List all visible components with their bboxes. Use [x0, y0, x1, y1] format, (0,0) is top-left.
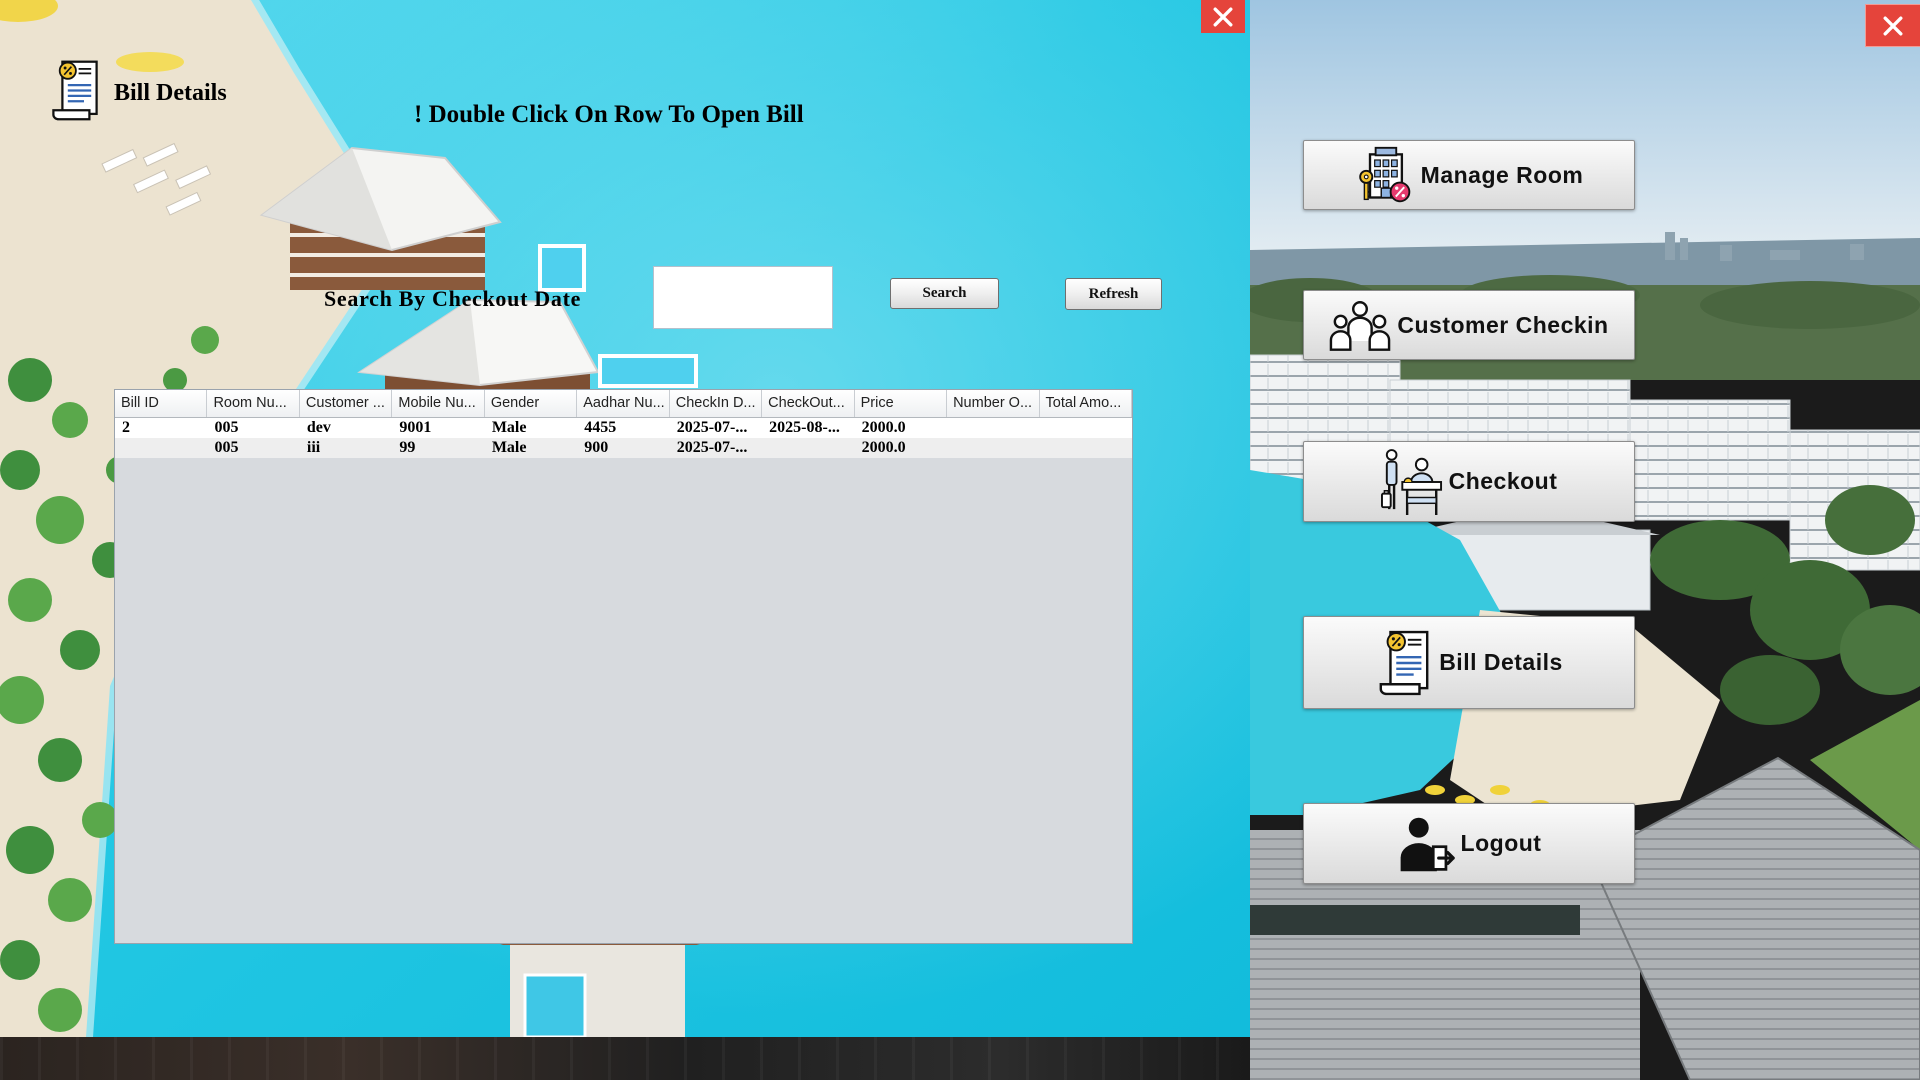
table-header: Bill ID Room Nu... Customer ... Mobile Nu..…	[115, 390, 1132, 418]
bill-document-icon	[52, 60, 98, 121]
table-cell[interactable]	[115, 438, 207, 458]
table-cell[interactable]: dev	[300, 418, 392, 438]
logout-user-icon	[1397, 814, 1455, 874]
app-close-button[interactable]	[1865, 4, 1920, 47]
table-body: 2 005 dev 9001 Male 4455 2025-07-... 2025-08-..…	[115, 418, 1132, 458]
table-row[interactable]: 2 005 dev 9001 Male 4455 2025-07-... 2025-08-..…	[115, 418, 1132, 438]
home-background-bottom-strip	[0, 1037, 1250, 1080]
bill-details-button[interactable]: Bill Details	[1303, 616, 1635, 709]
window-close-button[interactable]	[1201, 0, 1245, 33]
table-cell[interactable]: iii	[300, 438, 392, 458]
logout-button[interactable]: Logout	[1303, 803, 1635, 884]
search-by-checkout-date-label: Search By Checkout Date	[324, 286, 582, 311]
search-button[interactable]: Search	[890, 278, 999, 309]
column-header[interactable]: Price	[855, 390, 948, 417]
checkout-date-search-input[interactable]	[653, 266, 833, 329]
table-cell[interactable]: 2025-07-...	[670, 438, 762, 458]
hotel-key-icon	[1355, 145, 1415, 205]
table-cell[interactable]: 4455	[577, 418, 669, 438]
table-cell[interactable]: 2	[115, 418, 207, 438]
logout-label: Logout	[1460, 830, 1542, 856]
bills-table[interactable]: Bill ID Room Nu... Customer ... Mobile Nu..…	[114, 389, 1133, 944]
bill-details-label: Bill Details	[1439, 649, 1563, 675]
column-header[interactable]: Mobile Nu...	[392, 390, 485, 417]
table-cell[interactable]	[762, 438, 854, 458]
table-cell[interactable]: 005	[207, 438, 299, 458]
manage-room-label: Manage Room	[1420, 161, 1584, 188]
column-header[interactable]: Bill ID	[115, 390, 208, 417]
table-cell[interactable]: 99	[392, 438, 484, 458]
table-cell[interactable]: Male	[485, 418, 577, 438]
table-cell[interactable]: 2000.0	[855, 418, 947, 438]
column-header[interactable]: Room Nu...	[207, 390, 300, 417]
window-title: Bill Details	[114, 80, 227, 106]
double-click-hint: ! Double Click On Row To Open Bill	[414, 101, 804, 128]
checkout-button[interactable]: Checkout	[1303, 441, 1635, 522]
column-header[interactable]: CheckIn D...	[670, 390, 763, 417]
table-cell[interactable]: 005	[207, 418, 299, 438]
manage-room-button[interactable]: Manage Room	[1303, 140, 1635, 210]
table-cell[interactable]: 2025-07-...	[670, 418, 762, 438]
bill-details-window: Bill Details ! Double Click On Row To Op…	[0, 0, 1250, 1037]
table-cell[interactable]	[1040, 418, 1132, 438]
checkout-label: Checkout	[1448, 468, 1558, 494]
table-cell[interactable]	[1040, 438, 1132, 458]
checkout-desk-icon	[1380, 447, 1443, 517]
column-header[interactable]: Number O...	[947, 390, 1040, 417]
table-cell[interactable]: 900	[577, 438, 669, 458]
close-icon	[1883, 16, 1903, 35]
desktop-stage: Manage Room Customer Checkin Checkout Bi…	[0, 0, 1920, 1080]
column-header[interactable]: Gender	[485, 390, 578, 417]
table-cell[interactable]: 2000.0	[855, 438, 947, 458]
table-row[interactable]: 005 iii 99 Male 900 2025-07-... 2000.0	[115, 438, 1132, 458]
customers-group-icon	[1329, 298, 1391, 353]
customer-checkin-button[interactable]: Customer Checkin	[1303, 290, 1635, 360]
table-cell[interactable]: 9001	[392, 418, 484, 438]
column-header[interactable]: Total Amo...	[1040, 390, 1132, 417]
column-header[interactable]: Aadhar Nu...	[577, 390, 670, 417]
table-cell[interactable]: Male	[485, 438, 577, 458]
column-header[interactable]: Customer ...	[300, 390, 393, 417]
table-cell[interactable]: 2025-08-...	[762, 418, 854, 438]
close-icon	[1213, 7, 1233, 26]
bill-document-icon	[1375, 628, 1433, 698]
customer-checkin-label: Customer Checkin	[1397, 311, 1609, 338]
column-header[interactable]: CheckOut...	[762, 390, 855, 417]
refresh-button[interactable]: Refresh	[1065, 278, 1162, 310]
table-cell[interactable]	[947, 438, 1039, 458]
table-cell[interactable]	[947, 418, 1039, 438]
